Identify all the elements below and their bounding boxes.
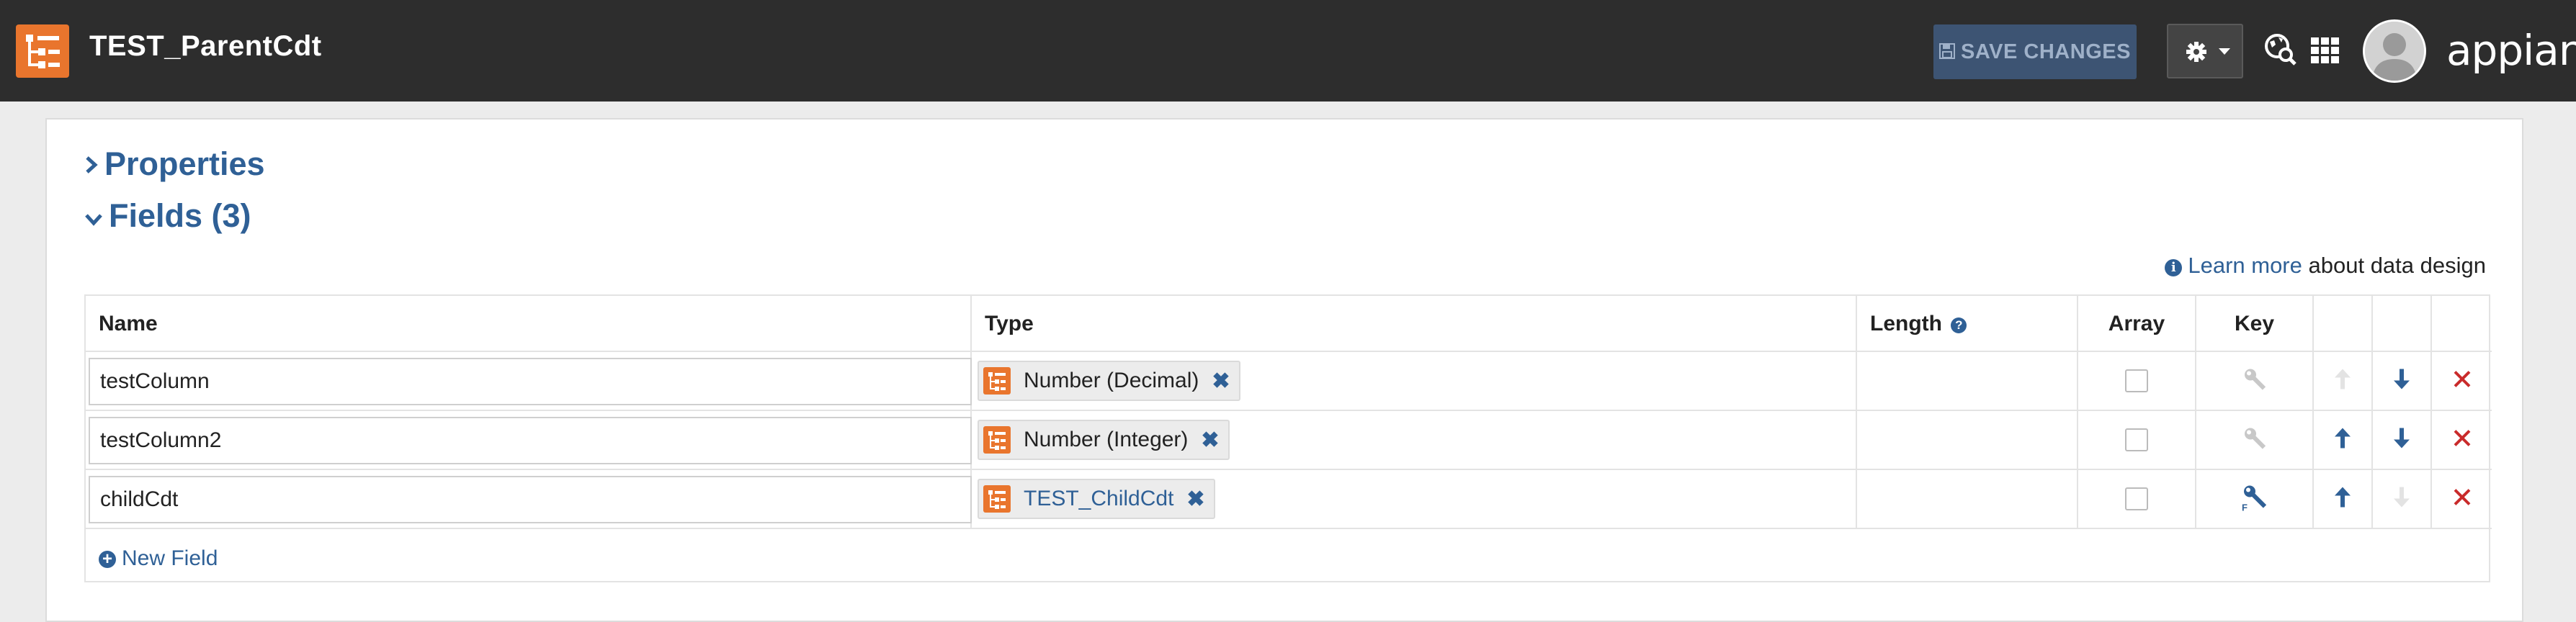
arrow-down-icon[interactable] <box>2393 486 2410 513</box>
move-down-cell <box>2373 352 2432 411</box>
type-cell: Number (Decimal) ✖ <box>972 352 1857 411</box>
move-down-cell <box>2373 470 2432 529</box>
key-cell: F <box>2196 470 2314 529</box>
remove-type-icon[interactable]: ✖ <box>1201 428 1219 453</box>
column-header-name: Name <box>86 296 972 352</box>
column-header-array: Array <box>2078 296 2196 352</box>
gear-icon <box>2186 41 2207 66</box>
content-panel: Properties Fields (3) i Learn more about … <box>45 118 2523 622</box>
app-grid-icon[interactable] <box>2311 37 2340 67</box>
settings-menu-button[interactable] <box>2167 24 2243 78</box>
type-cell: Number (Integer) ✖ <box>972 411 1857 470</box>
column-header-move-up <box>2314 296 2373 352</box>
help-icon[interactable]: ? <box>1951 317 1967 333</box>
move-down-cell <box>2373 411 2432 470</box>
array-cell <box>2078 352 2196 411</box>
key-cell <box>2196 352 2314 411</box>
top-bar: TEST_ParentCdt SAVE CHANGES appian <box>0 0 2576 102</box>
delete-cell <box>2432 411 2492 470</box>
save-changes-button[interactable]: SAVE CHANGES <box>1933 24 2137 79</box>
data-type-icon <box>983 367 1011 395</box>
type-link[interactable]: TEST_ChildCdt <box>1024 487 1173 511</box>
record-type-icon <box>16 24 69 78</box>
avatar[interactable] <box>2363 19 2426 83</box>
remove-type-icon[interactable]: ✖ <box>1186 487 1204 512</box>
type-chip[interactable]: Number (Decimal) ✖ <box>978 361 1240 401</box>
type-label: Number (Integer) <box>1024 428 1189 451</box>
type-cell: TEST_ChildCdt ✖ <box>972 470 1857 529</box>
length-cell <box>1857 470 2078 529</box>
name-cell: testColumn2 <box>86 411 972 470</box>
name-cell: testColumn <box>86 352 972 411</box>
chevron-right-icon <box>84 145 99 183</box>
array-checkbox[interactable] <box>2125 369 2148 392</box>
column-header-key: Key <box>2196 296 2314 352</box>
type-label: Number (Decimal) <box>1024 369 1199 392</box>
data-type-icon <box>983 485 1011 513</box>
new-field-label: New Field <box>122 546 218 570</box>
move-up-cell <box>2314 411 2373 470</box>
properties-heading: Properties <box>104 145 265 182</box>
arrow-up-icon[interactable] <box>2334 427 2351 454</box>
brand-logo: appian <box>2446 26 2576 75</box>
array-checkbox[interactable] <box>2125 487 2148 510</box>
length-cell <box>1857 352 2078 411</box>
key-cell <box>2196 411 2314 470</box>
properties-section-toggle[interactable]: Properties <box>84 145 265 183</box>
array-cell <box>2078 411 2196 470</box>
arrow-down-icon[interactable] <box>2393 368 2410 395</box>
type-chip[interactable]: Number (Integer) ✖ <box>978 420 1230 460</box>
name-cell: childCdt <box>86 470 972 529</box>
key-icon[interactable] <box>2242 426 2267 454</box>
field-name-input[interactable]: testColumn <box>89 358 972 405</box>
key-icon[interactable] <box>2242 367 2267 395</box>
field-name-input[interactable]: childCdt <box>89 476 972 523</box>
move-up-cell <box>2314 470 2373 529</box>
column-header-delete <box>2432 296 2492 352</box>
plus-circle-icon: + <box>99 551 116 568</box>
length-cell <box>1857 411 2078 470</box>
delete-icon[interactable] <box>2453 429 2472 451</box>
delete-icon[interactable] <box>2453 488 2472 510</box>
column-header-move-down <box>2373 296 2432 352</box>
move-up-cell <box>2314 352 2373 411</box>
data-type-icon <box>983 426 1011 454</box>
fields-grid: Name Type Length ? Array Key testColumn … <box>84 294 2492 582</box>
arrow-down-icon[interactable] <box>2393 427 2410 454</box>
remove-type-icon[interactable]: ✖ <box>1212 369 1230 394</box>
arrow-up-icon[interactable] <box>2334 486 2351 513</box>
learn-more-link[interactable]: Learn more <box>2188 253 2302 278</box>
fields-heading: Fields (3) <box>109 197 251 234</box>
new-field-link[interactable]: + New Field <box>99 546 218 571</box>
column-header-length: Length ? <box>1857 296 2078 352</box>
svg-text:F: F <box>2242 502 2248 512</box>
column-header-type: Type <box>972 296 1857 352</box>
length-label: Length <box>1870 312 1942 335</box>
fields-section-toggle[interactable]: Fields (3) <box>84 197 251 235</box>
save-icon <box>1939 25 1956 80</box>
page-title: TEST_ParentCdt <box>89 30 322 62</box>
array-cell <box>2078 470 2196 529</box>
arrow-up-icon[interactable] <box>2334 368 2351 395</box>
learn-more-note: i Learn more about data design <box>2165 253 2486 279</box>
chevron-down-icon <box>2219 48 2230 55</box>
save-changes-label: SAVE CHANGES <box>1961 40 2131 63</box>
info-icon: i <box>2165 259 2183 276</box>
type-chip[interactable]: TEST_ChildCdt ✖ <box>978 479 1215 519</box>
delete-cell <box>2432 352 2492 411</box>
learn-more-text: about data design <box>2308 253 2487 278</box>
foreign-key-icon[interactable]: F <box>2240 483 2269 515</box>
field-name-input[interactable]: testColumn2 <box>89 417 972 464</box>
delete-icon[interactable] <box>2453 370 2472 392</box>
delete-cell <box>2432 470 2492 529</box>
array-checkbox[interactable] <box>2125 428 2148 451</box>
chevron-down-icon <box>84 197 103 235</box>
globe-search-icon[interactable] <box>2264 33 2297 70</box>
